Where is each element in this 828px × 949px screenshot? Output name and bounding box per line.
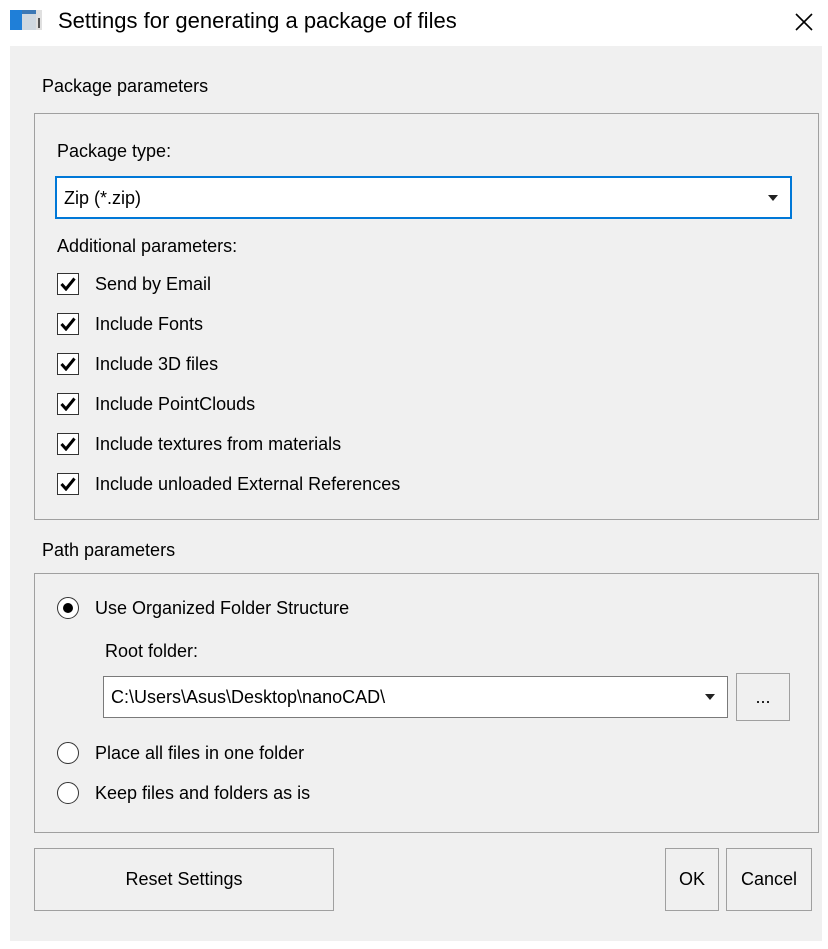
- root-folder-label: Root folder:: [105, 641, 199, 661]
- include-pointclouds-checkbox[interactable]: Include PointClouds: [57, 390, 255, 418]
- window-title: Settings for generating a package of fil…: [58, 8, 457, 33]
- checkbox-box: [57, 433, 79, 455]
- root-folder-value: C:\Users\Asus\Desktop\nanoCAD\: [111, 687, 386, 707]
- checkbox-box: [57, 353, 79, 375]
- reset-settings-button[interactable]: Reset Settings: [34, 848, 334, 911]
- package-params-heading: Package parameters: [42, 76, 209, 96]
- radio-label: Use Organized Folder Structure: [95, 597, 350, 618]
- checkbox-box: [57, 473, 79, 495]
- checkbox-label: Include textures from materials: [95, 433, 342, 454]
- radio-label: Keep files and folders as is: [95, 782, 311, 803]
- checkbox-label: Include Fonts: [95, 313, 204, 334]
- package-params-group: Package type: Zip (*.zip) Additional par…: [34, 113, 819, 520]
- close-icon: [795, 13, 813, 31]
- chevron-down-icon: [705, 694, 715, 700]
- checkmark-icon: [60, 317, 76, 331]
- checkbox-label: Include PointClouds: [95, 393, 256, 414]
- checkbox-box: [57, 273, 79, 295]
- include-fonts-checkbox[interactable]: Include Fonts: [57, 310, 203, 338]
- include-textures-checkbox[interactable]: Include textures from materials: [57, 430, 341, 458]
- checkbox-label: Include unloaded External References: [95, 473, 401, 494]
- checkbox-label: Send by Email: [95, 273, 212, 294]
- package-type-dropdown[interactable]: Zip (*.zip): [55, 176, 792, 219]
- keep-as-is-radio[interactable]: Keep files and folders as is: [57, 779, 310, 807]
- radio-circle: [57, 782, 79, 804]
- ok-button[interactable]: OK: [665, 848, 719, 911]
- cancel-button[interactable]: Cancel: [726, 848, 812, 911]
- path-params-heading: Path parameters: [42, 540, 176, 560]
- chevron-down-icon: [768, 194, 778, 201]
- organized-folder-radio[interactable]: Use Organized Folder Structure: [57, 594, 349, 622]
- checkbox-box: [57, 313, 79, 335]
- checkmark-icon: [60, 277, 76, 291]
- checkmark-icon: [60, 357, 76, 371]
- checkmark-icon: [60, 437, 76, 451]
- additional-params-label: Additional parameters:: [57, 236, 238, 256]
- package-type-value: Zip (*.zip): [64, 187, 142, 208]
- radio-circle: [57, 742, 79, 764]
- browse-button[interactable]: ...: [736, 673, 790, 721]
- checkbox-box: [57, 393, 79, 415]
- root-folder-dropdown[interactable]: C:\Users\Asus\Desktop\nanoCAD\: [103, 676, 728, 718]
- radio-selected-dot: [63, 603, 73, 613]
- dialog-body: Package parameters Package type: Zip (*.…: [10, 46, 822, 941]
- one-folder-radio[interactable]: Place all files in one folder: [57, 739, 304, 767]
- app-window-icon: [10, 10, 42, 30]
- include-unloaded-xrefs-checkbox[interactable]: Include unloaded External References: [57, 470, 400, 498]
- send-by-email-checkbox[interactable]: Send by Email: [57, 270, 211, 298]
- checkmark-icon: [60, 477, 76, 491]
- close-button[interactable]: [782, 2, 826, 42]
- checkmark-icon: [60, 397, 76, 411]
- radio-label: Place all files in one folder: [95, 742, 305, 763]
- path-params-group: Use Organized Folder Structure Root fold…: [34, 573, 819, 833]
- checkbox-label: Include 3D files: [95, 353, 219, 374]
- package-type-label: Package type:: [57, 141, 172, 161]
- include-3d-files-checkbox[interactable]: Include 3D files: [57, 350, 218, 378]
- radio-circle: [57, 597, 79, 619]
- title-bar: Settings for generating a package of fil…: [0, 0, 828, 46]
